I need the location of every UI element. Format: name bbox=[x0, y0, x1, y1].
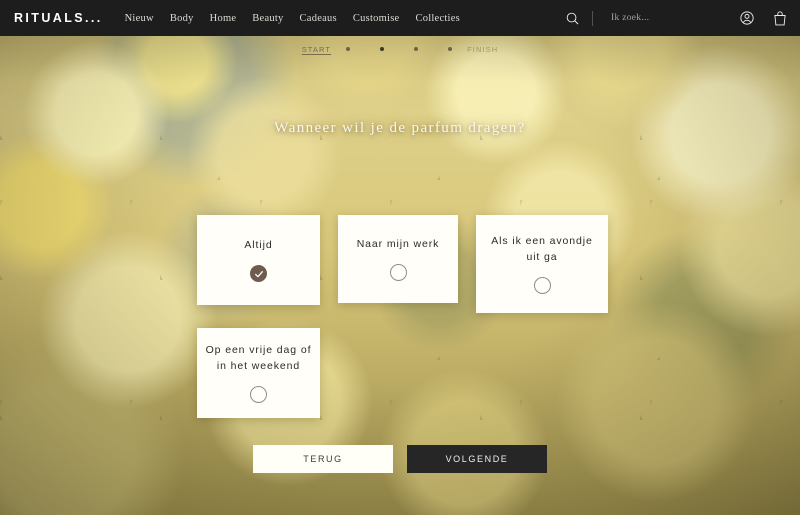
search-icon[interactable] bbox=[565, 11, 580, 26]
options-row-1: Altijd Naar mijn werk Als ik een avondje… bbox=[197, 215, 612, 313]
step-dots bbox=[331, 47, 467, 51]
nav-item-nieuw[interactable]: Nieuw bbox=[125, 13, 154, 24]
action-buttons: TERUG VOLGENDE bbox=[0, 445, 800, 473]
step-end-label: FINISH bbox=[467, 44, 499, 54]
account-and-cart bbox=[739, 10, 788, 27]
option-card-naar-mijn-werk[interactable]: Naar mijn werk bbox=[338, 215, 458, 303]
option-label: Als ik een avondje uit ga bbox=[491, 235, 593, 263]
step-dot-1[interactable] bbox=[346, 47, 351, 51]
top-navigation-bar: RITUALS... Nieuw Body Home Beauty Cadeau… bbox=[0, 0, 800, 36]
option-radio-selected[interactable] bbox=[250, 265, 267, 283]
search-input[interactable]: Ik zoek... bbox=[611, 13, 721, 23]
option-card-altijd[interactable]: Altijd bbox=[197, 215, 320, 305]
step-dot-2[interactable] bbox=[380, 47, 385, 51]
next-button[interactable]: VOLGENDE bbox=[407, 445, 547, 473]
nav-item-home[interactable]: Home bbox=[210, 13, 237, 24]
nav-item-body[interactable]: Body bbox=[170, 13, 194, 24]
nav-utilities: Ik zoek... bbox=[565, 10, 800, 27]
nav-item-collecties[interactable]: Collecties bbox=[415, 13, 460, 24]
option-radio[interactable] bbox=[533, 276, 551, 294]
option-radio[interactable] bbox=[389, 264, 407, 282]
nav-divider bbox=[592, 10, 593, 26]
nav-item-cadeaus[interactable]: Cadeaus bbox=[300, 13, 337, 24]
nav-item-beauty[interactable]: Beauty bbox=[252, 13, 283, 24]
nav-item-customise[interactable]: Customise bbox=[353, 13, 400, 24]
account-icon[interactable] bbox=[739, 10, 755, 26]
question-title: Wanneer wil je de parfum dragen? bbox=[274, 120, 526, 136]
step-dot-4[interactable] bbox=[448, 47, 453, 51]
options-row-2: Op een vrije dag of in het weekend bbox=[197, 328, 612, 418]
option-radio[interactable] bbox=[250, 385, 267, 403]
progress-stepbar: START FINISH bbox=[0, 40, 800, 58]
step-dot-3[interactable] bbox=[414, 47, 419, 51]
shopping-bag-icon[interactable] bbox=[772, 10, 788, 27]
option-label: Naar mijn werk bbox=[356, 237, 440, 250]
option-card-vrije-dag-weekend[interactable]: Op een vrije dag of in het weekend bbox=[197, 328, 320, 418]
step-start-label[interactable]: START bbox=[302, 45, 331, 54]
brand-logo[interactable]: RITUALS... bbox=[0, 11, 103, 25]
option-card-avondje-uit[interactable]: Als ik een avondje uit ga bbox=[476, 215, 608, 313]
primary-nav: Nieuw Body Home Beauty Cadeaus Customise… bbox=[125, 13, 460, 24]
options-group: Altijd Naar mijn werk Als ik een avondje… bbox=[197, 215, 612, 418]
option-label: Altijd bbox=[244, 238, 273, 251]
search-area[interactable]: Ik zoek... bbox=[565, 10, 721, 26]
page-root: RITUALS... Nieuw Body Home Beauty Cadeau… bbox=[0, 0, 800, 515]
option-label: Op een vrije dag of in het weekend bbox=[205, 344, 312, 372]
back-button[interactable]: TERUG bbox=[253, 445, 393, 473]
